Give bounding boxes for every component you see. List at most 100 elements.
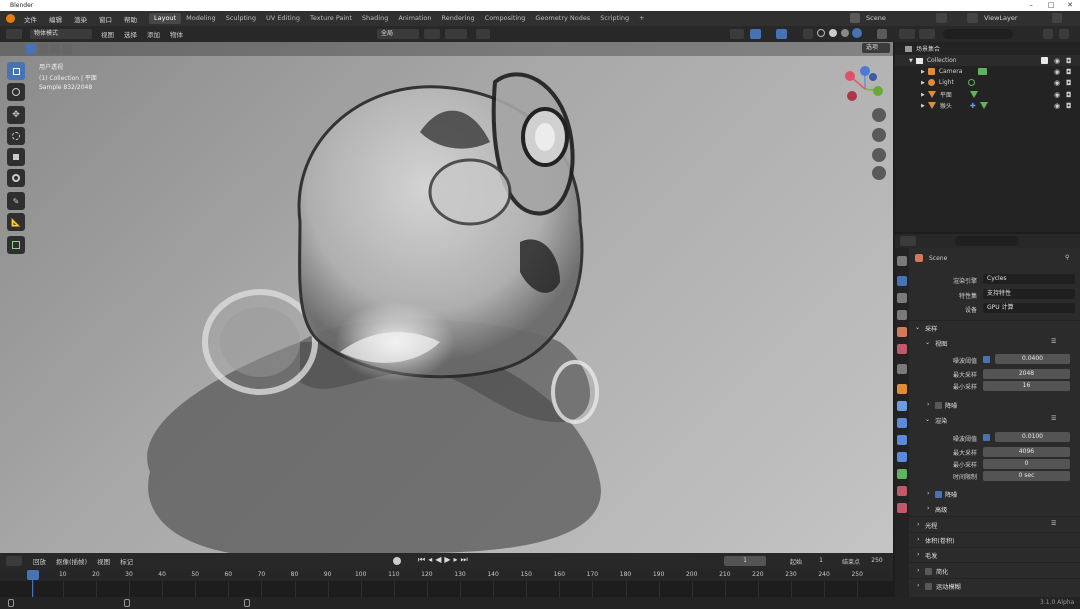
volumes-section[interactable]: 体积(卷积) [925,536,955,545]
denoise-chevron-icon[interactable]: › [927,401,929,408]
r-min-samples-field[interactable]: 0 [983,459,1070,469]
vp-max-samples-field[interactable]: 2048 [983,369,1070,379]
vp-denoise-section[interactable]: 降噪 [945,401,957,410]
sampling-chevron-icon[interactable]: ⌄ [915,324,920,331]
menu-file[interactable]: 文件 [18,14,43,24]
annotate-tool[interactable]: ✎ [7,192,25,210]
display-mode-icon[interactable] [919,29,935,39]
mesh-data-icon[interactable] [979,102,988,109]
timeline-keying-menu[interactable]: 抠像(插帧) [51,556,92,566]
outliner-editor-type-icon[interactable] [899,29,915,39]
modifier-tab-icon[interactable] [897,401,907,411]
render-tab-icon[interactable] [897,276,907,286]
camera-view-icon[interactable] [872,148,886,162]
zoom-icon[interactable] [872,108,886,122]
light-paths-section[interactable]: 光程 [925,521,937,530]
expand-chevron-icon[interactable]: ▶ [921,92,925,98]
tab-modeling[interactable]: Modeling [181,13,221,24]
camera-render-icon[interactable]: ◘ [1066,91,1072,99]
feature-set-dropdown[interactable]: 支持特性 [983,289,1075,299]
vp-noise-threshold-checkbox[interactable] [983,356,990,363]
advanced-section[interactable]: 高级 [935,505,947,514]
collection-row[interactable]: ▼ Collection ◉ ◘ [895,55,1080,66]
playhead[interactable] [27,570,39,580]
mode-dropdown[interactable]: 物体模式 [30,29,92,39]
overlay-toggle-icon[interactable] [776,29,787,39]
menu-help[interactable]: 帮助 [118,14,143,24]
modifier-wrench-icon[interactable]: ✚ [970,102,976,110]
eye-icon[interactable]: ◉ [1054,102,1060,110]
move-tool[interactable]: ✥ [7,106,25,124]
r-denoise-section[interactable]: 降噪 [945,490,957,499]
expand-chevron-icon[interactable]: ▶ [921,103,925,109]
view-layer-tab-icon[interactable] [897,310,907,320]
timeline-editor-type-icon[interactable] [6,556,22,566]
mesh-data-icon[interactable] [969,91,978,98]
r-denoise-checkbox[interactable] [935,491,942,498]
tab-texture-paint[interactable]: Texture Paint [305,13,357,24]
render-subsection-chevron-icon[interactable]: ⌄ [925,416,930,423]
texture-tab-icon[interactable] [897,503,907,513]
render-engine-dropdown[interactable]: Cycles [983,274,1075,284]
scale-tool[interactable] [7,148,25,166]
viewlayer-icon[interactable] [967,13,978,23]
gizmo-toggle-icon[interactable] [750,29,761,39]
menu-window[interactable]: 窗口 [93,14,118,24]
tab-sculpting[interactable]: Sculpting [221,13,261,24]
3d-viewport[interactable]: 选项 用户透视 (1) Collection | 平面 Sample 832/2… [0,42,893,553]
light-paths-chevron-icon[interactable]: › [917,521,919,528]
tool-tab-icon[interactable] [897,256,907,266]
shading-rendered-icon[interactable] [852,28,862,38]
viewlayer-copy-icon[interactable] [1052,13,1062,23]
menu-render[interactable]: 渲染 [68,14,93,24]
denoise-chevron-icon[interactable]: › [927,490,929,497]
close-button[interactable]: ✕ [1061,0,1079,11]
vp-min-samples-field[interactable]: 16 [983,381,1070,391]
physics-tab-icon[interactable] [897,435,907,445]
end-frame-field[interactable]: 250 [866,556,888,566]
motion-blur-checkbox[interactable] [925,583,932,590]
expand-chevron-icon[interactable]: ▶ [921,80,925,86]
timeline-view-menu[interactable]: 视图 [92,556,115,566]
vp-denoise-checkbox[interactable] [935,402,942,409]
playback-controls[interactable]: ⏮◂◀▶▸⏭ [418,555,471,565]
timeline-marker-menu[interactable]: 标记 [115,556,138,566]
add-workspace-button[interactable]: + [634,13,649,24]
sampling-section[interactable]: 采样 [925,324,937,333]
render-subsection[interactable]: 渲染 [935,416,947,425]
time-limit-field[interactable]: 0 sec [983,471,1070,481]
world-tab-icon[interactable] [897,344,907,354]
simplify-checkbox[interactable] [925,568,932,575]
expand-chevron-icon[interactable]: ▶ [921,69,925,75]
r-max-samples-field[interactable]: 4096 [983,447,1070,457]
tab-layout[interactable]: Layout [149,13,182,24]
scene-tab-icon[interactable] [897,327,907,337]
proportional-edit-icon[interactable] [476,29,490,39]
perspective-grid-icon[interactable] [872,166,886,180]
outliner-item-monkey[interactable]: ▶ 猴头 ✚ ◉ ◘ [895,100,1080,111]
tab-rendering[interactable]: Rendering [436,13,479,24]
hair-section[interactable]: 毛发 [925,551,937,560]
outliner-item-plane[interactable]: ▶ 平面 ◉ ◘ [895,89,1080,100]
tab-animation[interactable]: Animation [393,13,436,24]
r-noise-threshold-field[interactable]: 0.0100 [995,432,1070,442]
eye-icon[interactable]: ◉ [1054,68,1060,76]
camera-data-icon[interactable] [978,68,988,75]
editor-type-icon[interactable] [6,29,22,39]
scene-collection-row[interactable]: 场景集合 [895,43,1080,54]
scene-icon[interactable] [850,13,860,23]
snap-icon[interactable] [445,29,467,39]
menu-edit[interactable]: 编辑 [43,14,68,24]
select-box-tool[interactable] [7,62,25,80]
maximize-button[interactable]: □ [1042,0,1060,11]
properties-search-input[interactable] [955,236,1019,246]
xray-icon[interactable] [803,29,813,39]
rotate-tool[interactable] [7,127,25,145]
simplify-section[interactable]: 简化 [936,567,948,576]
navigation-gizmo[interactable] [840,64,890,114]
outliner-item-camera[interactable]: ▶ Camera ◉ ◘ [895,66,1080,77]
transform-tool[interactable] [7,169,25,187]
scene-copy-icon[interactable] [936,13,947,23]
measure-tool[interactable]: 📐 [7,213,25,231]
current-frame-field[interactable]: 1 [724,556,766,566]
